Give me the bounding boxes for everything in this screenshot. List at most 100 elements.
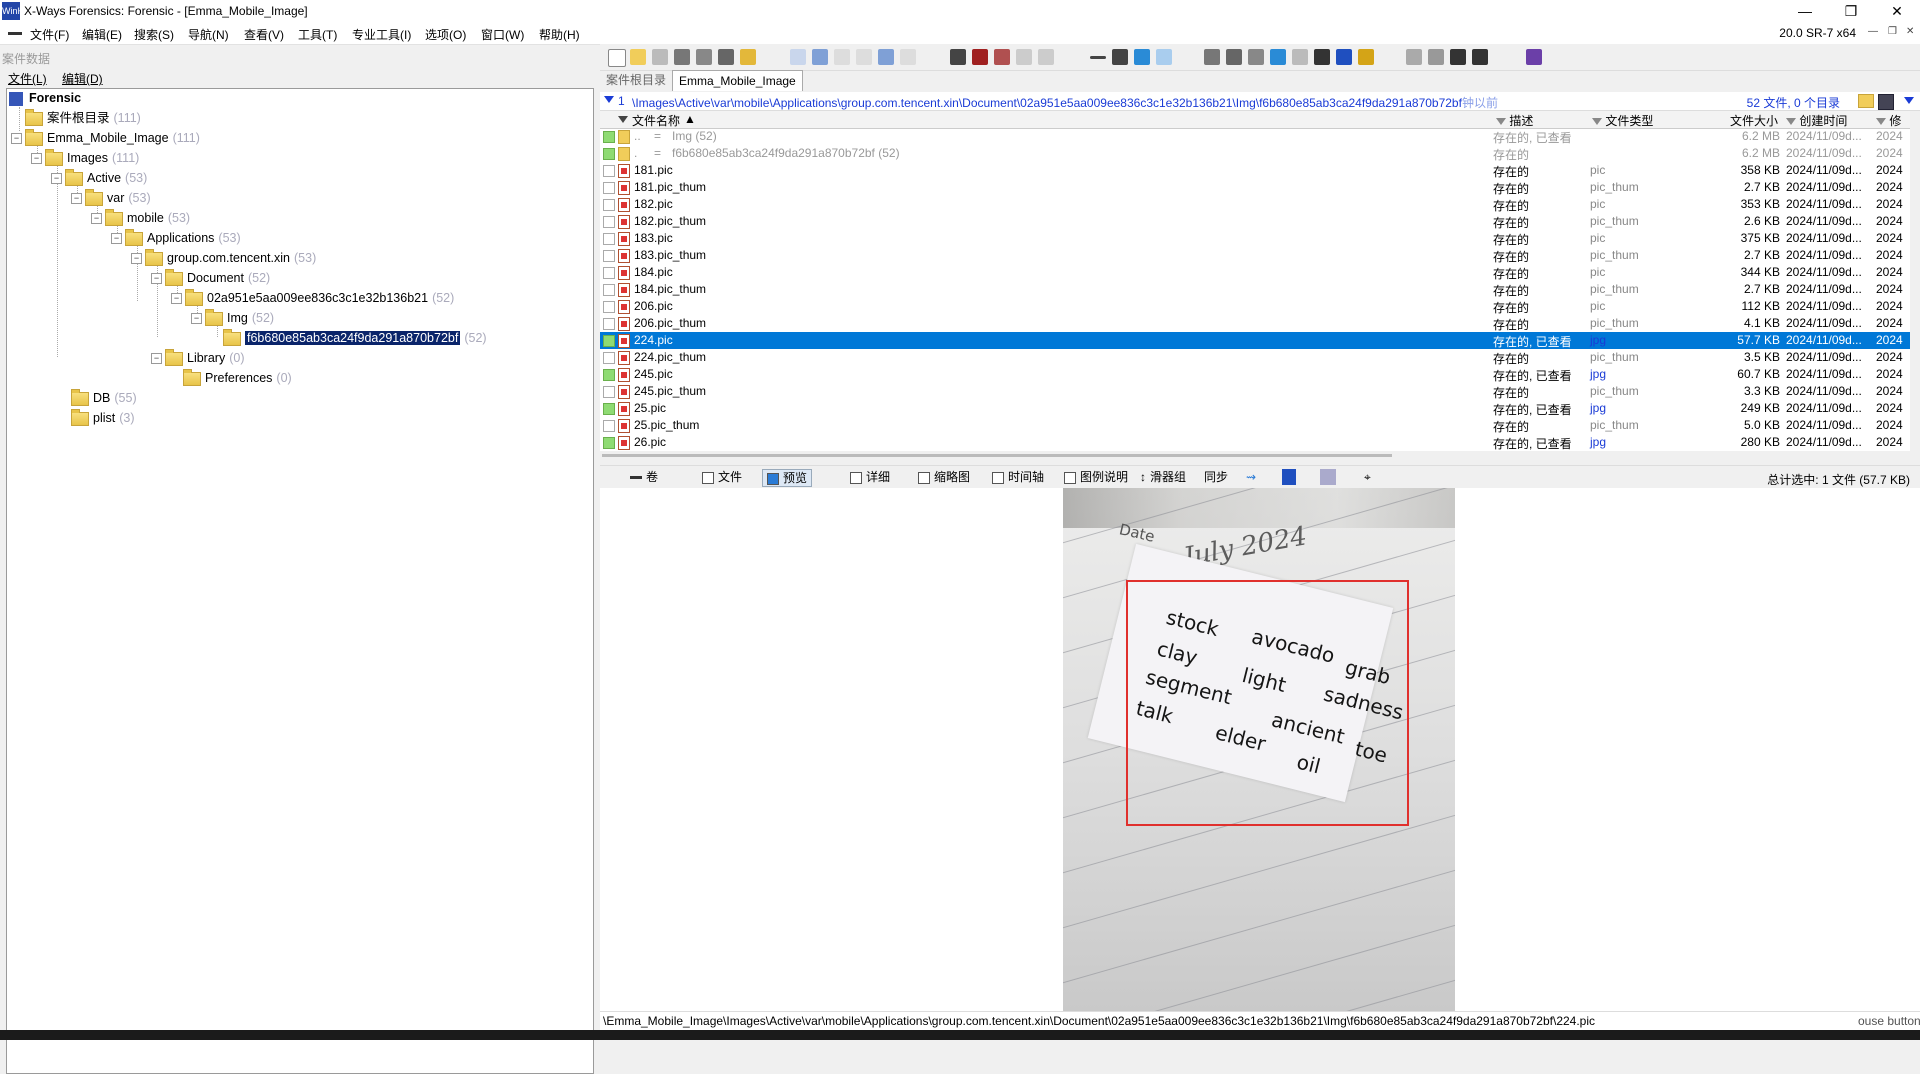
- column-size[interactable]: 文件大小: [1730, 112, 1778, 129]
- tree-node-library[interactable]: − Library (0): [151, 348, 245, 367]
- row-checkbox[interactable]: [603, 318, 615, 330]
- table-row[interactable]: 206.pic_thum 存在的 pic_thum 4.1 KB 2024/11/09d…: [600, 315, 1910, 332]
- goto-offset-icon[interactable]: [1090, 56, 1106, 59]
- zoom-icon[interactable]: [1292, 49, 1308, 65]
- open-folder-icon[interactable]: [630, 49, 646, 65]
- preview-image[interactable]: Date July 2024 stock avocado grab clay l…: [1063, 488, 1455, 1011]
- horizontal-scrollbar[interactable]: [600, 451, 1920, 461]
- table-row[interactable]: 183.pic 存在的 pic 375 KB 2024/11/09d... 2024: [600, 230, 1910, 247]
- tab-case-root[interactable]: 案件根目录: [600, 70, 672, 90]
- file-list-scrollbar[interactable]: [1910, 111, 1920, 451]
- view-sync[interactable]: 同步: [1204, 469, 1228, 485]
- row-checkbox[interactable]: [603, 199, 615, 211]
- copy-icon[interactable]: [812, 49, 828, 65]
- column-name[interactable]: 文件名称: [632, 112, 680, 129]
- table-row[interactable]: 181.pic 存在的 pic 358 KB 2024/11/09d... 2024: [600, 162, 1910, 179]
- step-back-icon[interactable]: [1450, 49, 1466, 65]
- find-hex-icon[interactable]: [972, 49, 988, 65]
- tree-node-img-hash-selected[interactable]: f6b680e85ab3ca24f9da291a870b72bf (52): [223, 328, 487, 347]
- row-checkbox[interactable]: [603, 386, 615, 398]
- row-checkbox[interactable]: [603, 284, 615, 296]
- tree-node-applications[interactable]: − Applications (53): [111, 228, 241, 247]
- tree-node-emma-mobile-image[interactable]: − Emma_Mobile_Image (111): [11, 128, 200, 147]
- table-row[interactable]: 26.pic 存在的, 已查看 jpg 280 KB 2024/11/09d... 202…: [600, 434, 1910, 451]
- print-icon[interactable]: [674, 49, 690, 65]
- row-checkbox[interactable]: [603, 182, 615, 194]
- row-checkbox[interactable]: [603, 335, 615, 347]
- collapse-icon[interactable]: −: [151, 273, 162, 285]
- tree-node-forensic[interactable]: Forensic: [9, 89, 81, 107]
- case-menu-file[interactable]: 文件(L): [8, 70, 47, 87]
- row-checkbox[interactable]: [603, 301, 615, 313]
- crosshair-icon[interactable]: ⌖: [1364, 469, 1371, 485]
- find-text-icon[interactable]: [950, 49, 966, 65]
- menu-tools[interactable]: 工具(T): [298, 26, 337, 43]
- tree-node-case-root[interactable]: 案件根目录 (111): [25, 108, 141, 127]
- column-modified[interactable]: 修: [1876, 112, 1901, 129]
- table-row-selected[interactable]: 224.pic 存在的, 已查看 jpg 57.7 KB 2024/11/09d... 2…: [600, 332, 1910, 349]
- find-icon[interactable]: [1282, 469, 1296, 485]
- table-row[interactable]: 25.pic 存在的, 已查看 jpg 249 KB 2024/11/09d... 202…: [600, 400, 1910, 417]
- tree-node-tencent-xin[interactable]: − group.com.tencent.xin (53): [131, 248, 316, 267]
- tree-node-images[interactable]: − Images (111): [31, 148, 139, 167]
- table-row[interactable]: 245.pic 存在的, 已查看 jpg 60.7 KB 2024/11/09d... 2…: [600, 366, 1910, 383]
- row-checkbox[interactable]: [603, 148, 615, 160]
- close-button[interactable]: ✕: [1874, 0, 1920, 22]
- view-thumbnails[interactable]: 缩略图: [918, 469, 970, 485]
- collapse-icon[interactable]: −: [191, 313, 202, 325]
- row-checkbox[interactable]: [603, 369, 615, 381]
- row-checkbox[interactable]: [603, 165, 615, 177]
- tree-node-user-hash[interactable]: −02a951e5aa009ee836c3c1e32b136b21 (52): [171, 288, 454, 307]
- collapse-icon[interactable]: −: [31, 153, 42, 165]
- case-menu-edit[interactable]: 编辑(D): [62, 70, 103, 87]
- chart-icon[interactable]: [1336, 49, 1352, 65]
- collapse-icon[interactable]: −: [91, 213, 102, 225]
- column-desc[interactable]: 描述: [1496, 112, 1533, 129]
- save-list-icon[interactable]: [1878, 94, 1894, 110]
- mdi-close-button[interactable]: ✕: [1906, 26, 1914, 37]
- stamp-icon[interactable]: [1314, 49, 1330, 65]
- row-checkbox[interactable]: [603, 403, 615, 415]
- tree-node-var[interactable]: − var (53): [71, 188, 151, 207]
- table-row[interactable]: .. = Img (52) 存在的, 已查看 6.2 MB 2024/11/09d... 2…: [600, 128, 1910, 145]
- current-path[interactable]: \Images\Active\var\mobile\Applications\g…: [632, 94, 1498, 111]
- collapse-icon[interactable]: −: [71, 193, 82, 205]
- tree-node-plist[interactable]: plist (3): [71, 408, 135, 427]
- view-slider[interactable]: ↕ 滑器组: [1140, 469, 1186, 485]
- table-row[interactable]: 206.pic 存在的 pic 112 KB 2024/11/09d... 2024: [600, 298, 1910, 315]
- hex-view-icon[interactable]: [1270, 49, 1286, 65]
- tools-icon[interactable]: [1358, 49, 1374, 65]
- collapse-icon[interactable]: −: [151, 353, 162, 365]
- paste-icon[interactable]: [856, 49, 872, 65]
- table-row[interactable]: 184.pic 存在的 pic 344 KB 2024/11/09d... 2024: [600, 264, 1910, 281]
- tab-emma-mobile-image[interactable]: Emma_Mobile_Image: [672, 70, 803, 91]
- view-timeline[interactable]: 时间轴: [992, 469, 1044, 485]
- undo-icon[interactable]: [790, 49, 806, 65]
- view-legend[interactable]: 图例说明: [1064, 469, 1128, 485]
- copy-block-icon[interactable]: [878, 49, 894, 65]
- row-checkbox[interactable]: [603, 250, 615, 262]
- properties-icon[interactable]: [696, 49, 712, 65]
- export-icon[interactable]: [740, 49, 756, 65]
- table-row[interactable]: 182.pic_thum 存在的 pic_thum 2.6 KB 2024/11/09d…: [600, 213, 1910, 230]
- mdi-minimize-button[interactable]: —: [1868, 26, 1878, 37]
- tree-node-active[interactable]: − Active (53): [51, 168, 147, 187]
- menu-search[interactable]: 搜索(S): [134, 26, 174, 43]
- mdi-restore-button[interactable]: ❐: [1888, 26, 1897, 37]
- row-checkbox[interactable]: [603, 131, 615, 143]
- row-checkbox[interactable]: [603, 420, 615, 432]
- replace-hex-icon[interactable]: [1038, 49, 1054, 65]
- menu-edit[interactable]: 编辑(E): [82, 26, 122, 43]
- tree-node-document[interactable]: − Document (52): [151, 268, 270, 287]
- sort-icon[interactable]: [1428, 49, 1444, 65]
- collapse-icon[interactable]: −: [11, 133, 22, 145]
- tree-node-img[interactable]: − Img (52): [191, 308, 274, 327]
- table-row[interactable]: 25.pic_thum 存在的 pic_thum 5.0 KB 2024/11/09d.…: [600, 417, 1910, 434]
- collapse-icon[interactable]: −: [51, 173, 62, 185]
- menu-file[interactable]: 文件(F): [30, 26, 69, 43]
- tree-node-mobile[interactable]: − mobile (53): [91, 208, 190, 227]
- view-file[interactable]: 文件: [702, 469, 742, 485]
- search-list-icon[interactable]: [1320, 469, 1336, 485]
- menu-options[interactable]: 选项(O): [425, 26, 466, 43]
- column-type[interactable]: 文件类型: [1592, 112, 1653, 129]
